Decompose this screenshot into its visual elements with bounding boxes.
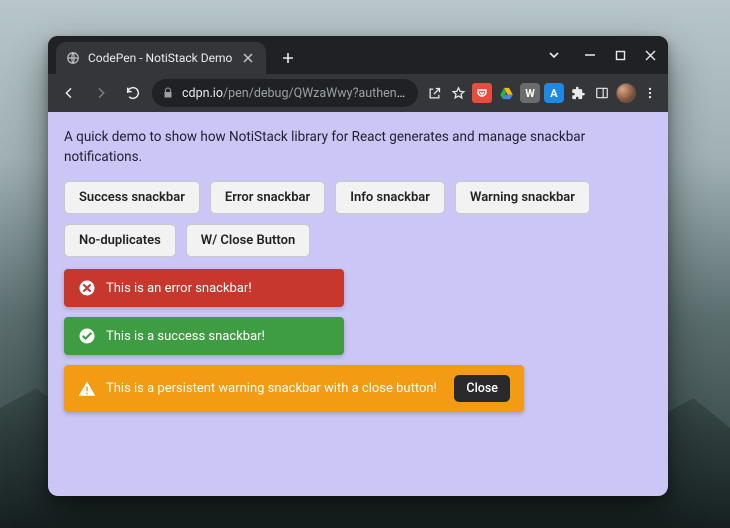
- google-drive-extension-icon[interactable]: [496, 83, 516, 103]
- browser-tab[interactable]: CodePen - NotiStack Demo: [56, 42, 266, 74]
- warning-triangle-icon: [78, 380, 96, 398]
- error-circle-icon: [78, 279, 96, 297]
- action-button-row: Success snackbar Error snackbar Info sna…: [64, 181, 652, 257]
- snackbar-message: This is a persistent warning snackbar wi…: [106, 381, 444, 396]
- bookmark-star-icon[interactable]: [448, 83, 468, 103]
- address-bar[interactable]: cdpn.io/pen/debug/QWzaWwy?authentic...: [152, 79, 418, 107]
- browser-menu-button[interactable]: [640, 83, 660, 103]
- browser-window: CodePen - NotiStack Demo: [48, 36, 668, 496]
- wikipedia-extension-icon[interactable]: W: [520, 83, 540, 103]
- error-snackbar-button[interactable]: Error snackbar: [210, 181, 325, 214]
- share-icon[interactable]: [424, 83, 444, 103]
- snackbar-message: This is an error snackbar!: [106, 281, 330, 296]
- window-controls: [540, 36, 664, 74]
- snackbar-close-button[interactable]: Close: [454, 375, 510, 402]
- tab-close-button[interactable]: [240, 50, 256, 66]
- check-circle-icon: [78, 327, 96, 345]
- info-snackbar-button[interactable]: Info snackbar: [335, 181, 445, 214]
- forward-button[interactable]: [88, 80, 114, 106]
- window-minimize-button[interactable]: [576, 41, 604, 69]
- globe-icon: [66, 51, 80, 65]
- lock-icon: [162, 87, 174, 99]
- tab-strip: CodePen - NotiStack Demo: [48, 36, 668, 74]
- window-close-button[interactable]: [636, 41, 664, 69]
- page-content: A quick demo to show how NotiStack libra…: [48, 112, 668, 496]
- warning-snackbar: This is a persistent warning snackbar wi…: [64, 365, 524, 412]
- url-text: cdpn.io/pen/debug/QWzaWwy?authentic...: [182, 86, 408, 101]
- no-duplicates-button[interactable]: No-duplicates: [64, 224, 176, 257]
- success-snackbar-button[interactable]: Success snackbar: [64, 181, 200, 214]
- tab-title: CodePen - NotiStack Demo: [88, 51, 232, 65]
- browser-toolbar: cdpn.io/pen/debug/QWzaWwy?authentic... W…: [48, 74, 668, 112]
- with-close-button-button[interactable]: W/ Close Button: [186, 224, 310, 257]
- reload-button[interactable]: [120, 80, 146, 106]
- new-tab-button[interactable]: [274, 44, 302, 72]
- extensions-row: W A: [424, 83, 660, 103]
- app-extension-icon[interactable]: A: [544, 83, 564, 103]
- success-snackbar: This is a success snackbar!: [64, 317, 344, 355]
- pocket-extension-icon[interactable]: [472, 83, 492, 103]
- extensions-puzzle-icon[interactable]: [568, 83, 588, 103]
- side-panel-icon[interactable]: [592, 83, 612, 103]
- demo-description: A quick demo to show how NotiStack libra…: [64, 128, 652, 167]
- profile-avatar[interactable]: [616, 83, 636, 103]
- error-snackbar: This is an error snackbar!: [64, 269, 344, 307]
- snackbar-stack: This is an error snackbar! This is a suc…: [64, 269, 652, 412]
- back-button[interactable]: [56, 80, 82, 106]
- snackbar-message: This is a success snackbar!: [106, 329, 330, 344]
- tab-search-button[interactable]: [540, 41, 568, 69]
- warning-snackbar-button[interactable]: Warning snackbar: [455, 181, 590, 214]
- window-maximize-button[interactable]: [606, 41, 634, 69]
